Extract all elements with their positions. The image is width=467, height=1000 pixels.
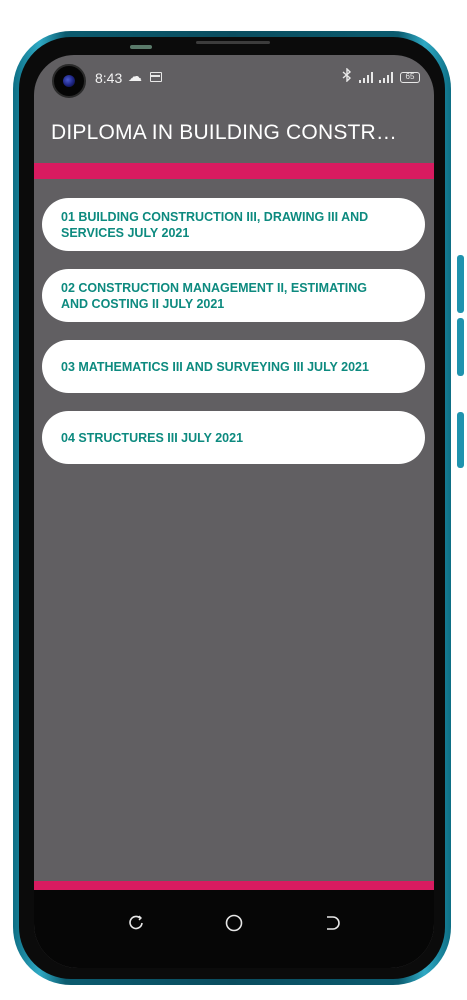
status-time: 8:43 [95, 70, 123, 86]
volume-down-button [457, 318, 464, 376]
volume-up-button [457, 255, 464, 313]
bluetooth-icon [342, 67, 352, 85]
list-item[interactable]: 01 BUILDING CONSTRUCTION III, DRAWING II… [42, 198, 425, 251]
cloud-icon: ☁ [128, 68, 142, 84]
screen: 8:43 ☁ 65 DIPLOMA IN BUILDING CONSTRUCTI… [34, 55, 434, 968]
page-title: DIPLOMA IN BUILDING CONSTRUCTION [51, 121, 411, 144]
home-icon[interactable] [219, 908, 249, 938]
earpiece-speaker [196, 41, 270, 44]
signal-icon [359, 72, 377, 83]
bottom-accent-bar [34, 881, 434, 890]
list-item-label: 03 MATHEMATICS III AND SURVEYING III JUL… [61, 359, 369, 374]
list-item-label: 04 STRUCTURES III JULY 2021 [61, 430, 244, 445]
sensor [130, 45, 152, 49]
accent-divider [34, 163, 434, 179]
back-icon[interactable] [317, 908, 347, 938]
app-bar: DIPLOMA IN BUILDING CONSTRUCTION [34, 101, 434, 163]
calendar-icon [150, 72, 162, 82]
list-item-label: 02 CONSTRUCTION MANAGEMENT II, ESTIMATIN… [61, 280, 368, 311]
navigation-bar [34, 890, 434, 968]
list-item[interactable]: 04 STRUCTURES III JULY 2021 [42, 411, 425, 464]
recent-apps-icon[interactable] [121, 908, 151, 938]
power-button [457, 412, 464, 468]
signal-icon [379, 72, 397, 83]
exam-paper-list: 01 BUILDING CONSTRUCTION III, DRAWING II… [42, 198, 425, 482]
list-item[interactable]: 03 MATHEMATICS III AND SURVEYING III JUL… [42, 340, 425, 393]
status-bar: 8:43 ☁ 65 [34, 55, 434, 101]
list-item-label: 01 BUILDING CONSTRUCTION III, DRAWING II… [61, 209, 369, 240]
list-item[interactable]: 02 CONSTRUCTION MANAGEMENT II, ESTIMATIN… [42, 269, 425, 322]
front-camera [52, 64, 86, 98]
battery-icon: 65 [400, 72, 420, 83]
